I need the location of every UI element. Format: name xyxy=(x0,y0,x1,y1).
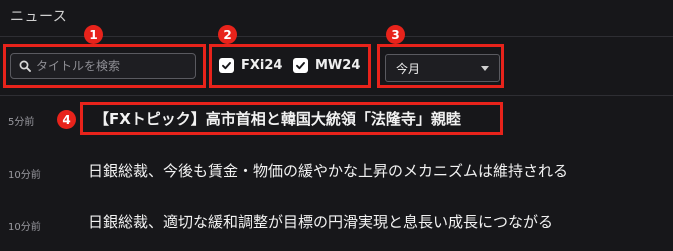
checkmark-icon xyxy=(219,58,234,73)
filter-divider xyxy=(0,95,673,96)
news-time: 5分前 xyxy=(8,117,35,128)
news-title-link[interactable]: 日銀総裁、今後も賃金・物価の緩やかな上昇のメカニズムは維持される xyxy=(88,160,568,181)
checkbox-mw24[interactable]: MW24 xyxy=(293,58,360,73)
checkbox-label-mw24: MW24 xyxy=(315,58,361,73)
search-input[interactable] xyxy=(33,59,186,73)
period-select-value: 今月 xyxy=(396,61,421,76)
marker-1: 1 xyxy=(84,25,103,44)
marker-4: 4 xyxy=(57,110,76,129)
search-icon xyxy=(17,58,33,74)
news-time: 10分前 xyxy=(8,170,41,181)
search-field[interactable] xyxy=(10,53,196,79)
news-title-link[interactable]: 日銀総裁、適切な緩和調整が目標の円滑実現と息長い成長につながる xyxy=(88,211,553,232)
news-title-link[interactable]: 【FXトピック】高市首相と韓国大統領「法隆寺」親睦 xyxy=(94,108,461,129)
period-select[interactable]: 今月 xyxy=(385,54,500,82)
marker-2: 2 xyxy=(218,25,237,44)
chevron-down-icon xyxy=(481,65,489,71)
checkbox-fxi24[interactable]: FXi24 xyxy=(219,58,282,73)
checkbox-label-fxi24: FXi24 xyxy=(241,58,283,73)
news-panel: ニュース 1 2 FXi24 MW24 3 今月 xyxy=(0,0,673,251)
checkmark-icon xyxy=(293,58,308,73)
page-title: ニュース xyxy=(10,9,68,25)
marker-3: 3 xyxy=(386,25,405,44)
news-time: 10分前 xyxy=(8,222,41,233)
